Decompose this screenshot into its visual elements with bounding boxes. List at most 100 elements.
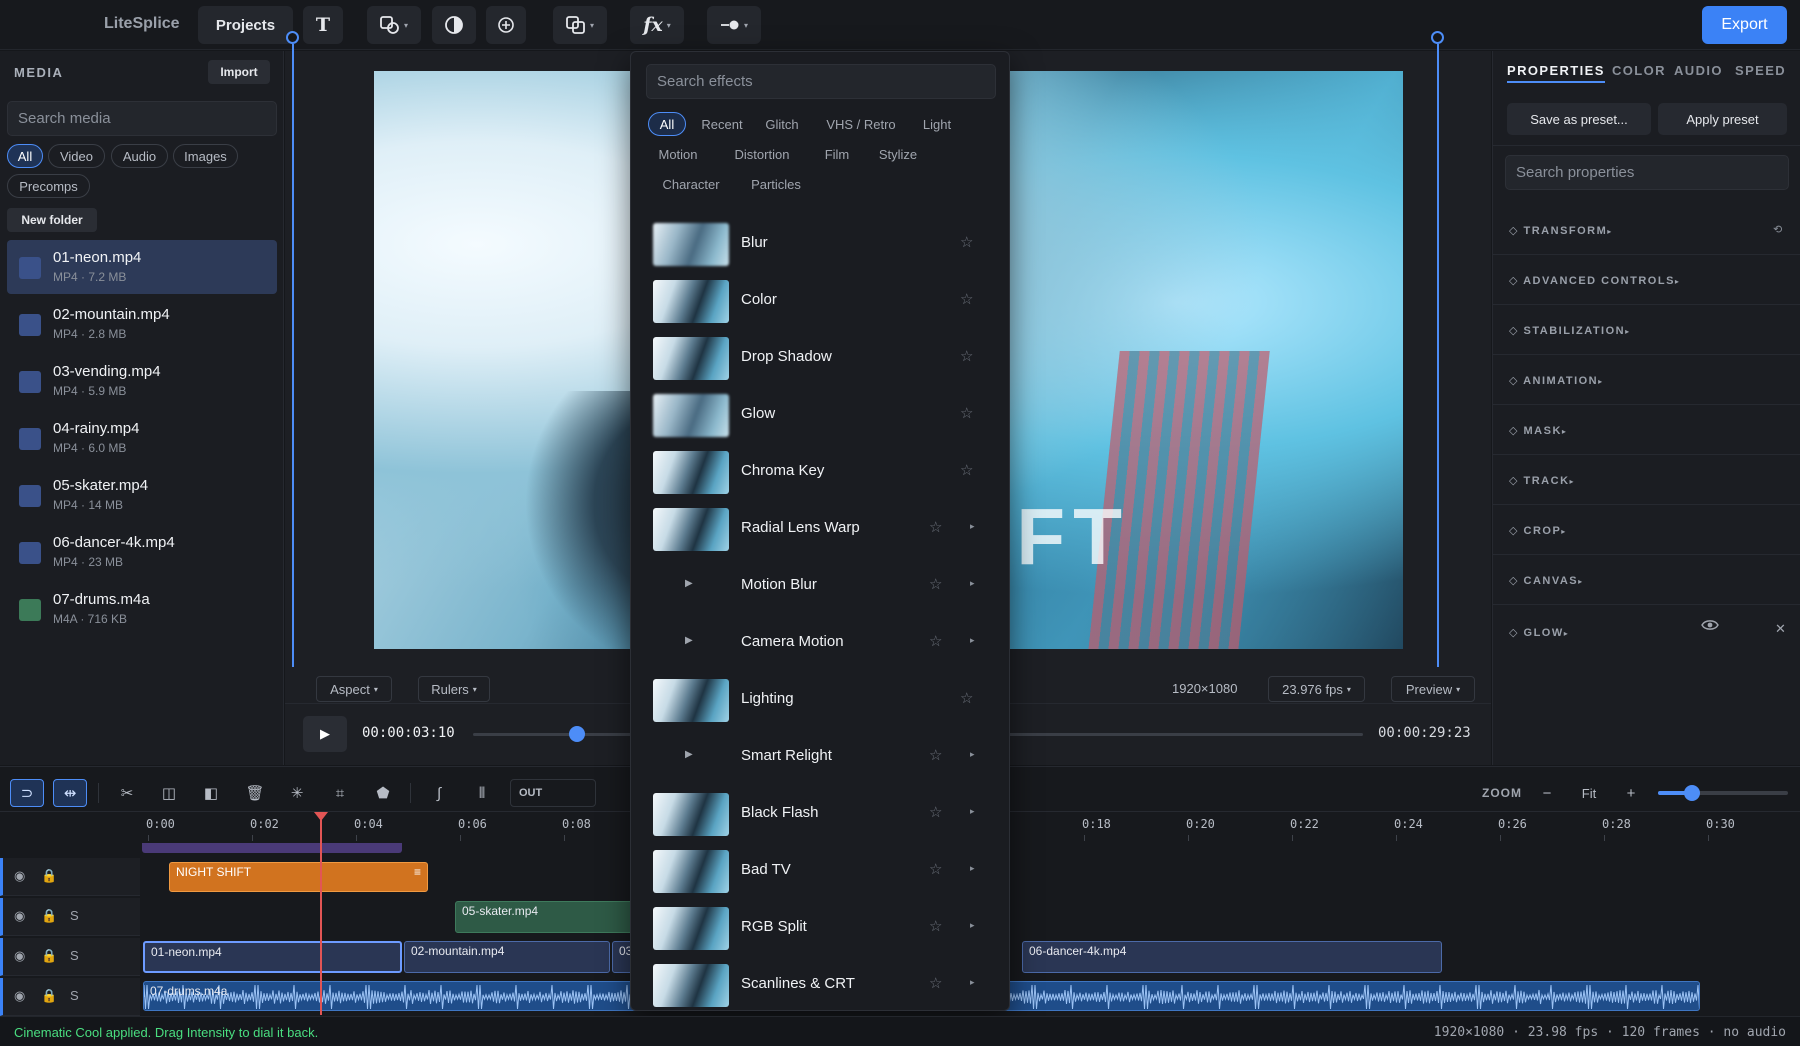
export-button[interactable]: Export bbox=[1702, 6, 1787, 44]
apply-preset-button[interactable]: Apply preset bbox=[1658, 103, 1787, 135]
effect-item-blur[interactable]: Blur ☆ bbox=[631, 216, 1009, 273]
eye-icon[interactable] bbox=[1701, 618, 1719, 635]
star-icon[interactable]: ☆ bbox=[929, 632, 942, 650]
new-folder-button[interactable]: New folder bbox=[7, 208, 97, 232]
effect-item-bad-tv[interactable]: Bad TV ☆ ▸ bbox=[631, 843, 1009, 900]
fx-category-all[interactable]: All bbox=[648, 112, 686, 136]
media-item[interactable]: 04-rainy.mp4 MP4 · 6.0 MB bbox=[7, 411, 277, 465]
fx-category-stylize[interactable]: Stylize bbox=[866, 142, 930, 166]
star-icon[interactable]: ☆ bbox=[929, 746, 942, 764]
fx-category-recent[interactable]: Recent bbox=[693, 112, 751, 136]
fx-category-particles[interactable]: Particles bbox=[740, 172, 812, 196]
section-advanced-controls[interactable]: ◇ ADVANCED CONTROLS▸ bbox=[1493, 255, 1800, 305]
solo-button[interactable]: S bbox=[70, 948, 79, 963]
chevron-right-icon[interactable]: ▸ bbox=[970, 749, 975, 760]
filter-all[interactable]: All bbox=[7, 144, 43, 168]
filter-audio[interactable]: Audio bbox=[111, 144, 168, 168]
effect-item-motion-blur[interactable]: ▶ Motion Blur ☆ ▸ bbox=[631, 558, 1009, 615]
guide-handle-right[interactable] bbox=[1431, 31, 1444, 44]
play-button[interactable]: ▶ bbox=[303, 716, 347, 752]
fx-category-distortion[interactable]: Distortion bbox=[716, 142, 808, 166]
fx-category-character[interactable]: Character bbox=[648, 172, 734, 196]
section-transform[interactable]: ◇ TRANSFORM▸ ⟲ bbox=[1493, 205, 1800, 255]
effect-item-drop-shadow[interactable]: Drop Shadow ☆ bbox=[631, 330, 1009, 387]
star-icon[interactable]: ☆ bbox=[960, 233, 973, 251]
lock-icon[interactable]: 🔒 bbox=[41, 908, 57, 924]
fps-dropdown[interactable]: 23.976 fps ▾ bbox=[1268, 676, 1365, 702]
media-item[interactable]: 03-vending.mp4 MP4 · 5.9 MB bbox=[7, 354, 277, 408]
reset-icon[interactable]: ⟲ bbox=[1773, 223, 1782, 236]
star-icon[interactable]: ☆ bbox=[960, 461, 973, 479]
clip-01-neon[interactable]: 01-neon.mp4 bbox=[143, 941, 402, 973]
star-icon[interactable]: ☆ bbox=[960, 689, 973, 707]
clip-02-mountain[interactable]: 02-mountain.mp4 bbox=[404, 941, 610, 973]
filter-video[interactable]: Video bbox=[48, 144, 105, 168]
tab-audio[interactable]: AUDIO bbox=[1674, 63, 1723, 78]
media-item[interactable]: 02-mountain.mp4 MP4 · 2.8 MB bbox=[7, 297, 277, 351]
effect-item-rgb-split[interactable]: RGB Split ☆ ▸ bbox=[631, 900, 1009, 957]
star-icon[interactable]: ☆ bbox=[960, 347, 973, 365]
rulers-dropdown[interactable]: Rulers ▾ bbox=[418, 676, 490, 702]
media-item[interactable]: 06-dancer-4k.mp4 MP4 · 23 MB bbox=[7, 525, 277, 579]
effect-item-lighting[interactable]: Lighting ☆ bbox=[631, 672, 1009, 729]
section-track[interactable]: ◇ TRACK▸ bbox=[1493, 455, 1800, 505]
star-icon[interactable]: ☆ bbox=[929, 974, 942, 992]
fx-category-glitch[interactable]: Glitch bbox=[756, 112, 808, 136]
properties-search-input[interactable]: Search properties bbox=[1505, 155, 1789, 190]
effect-item-color[interactable]: Color ☆ bbox=[631, 273, 1009, 330]
lock-icon[interactable]: 🔒 bbox=[41, 948, 57, 964]
expand-arrow-icon[interactable]: ▶ bbox=[685, 635, 693, 646]
fx-category-vhs-retro[interactable]: VHS / Retro bbox=[814, 112, 908, 136]
media-item[interactable]: 05-skater.mp4 MP4 · 14 MB bbox=[7, 468, 277, 522]
filter-images[interactable]: Images bbox=[173, 144, 238, 168]
overlay-tool-button[interactable]: ▾ bbox=[553, 6, 607, 44]
star-icon[interactable]: ☆ bbox=[929, 518, 942, 536]
fx-category-motion[interactable]: Motion bbox=[648, 142, 708, 166]
remove-effect-icon[interactable]: ✕ bbox=[1775, 621, 1786, 637]
add-element-button[interactable] bbox=[486, 6, 526, 44]
playhead[interactable] bbox=[320, 815, 322, 1015]
eye-icon[interactable]: ◉ bbox=[14, 988, 25, 1004]
solo-button[interactable]: S bbox=[70, 988, 79, 1003]
scrub-handle[interactable] bbox=[569, 726, 586, 742]
section-stabilization[interactable]: ◇ STABILIZATION▸ bbox=[1493, 305, 1800, 355]
tab-speed[interactable]: SPEED bbox=[1735, 63, 1786, 78]
chevron-right-icon[interactable]: ▸ bbox=[970, 977, 975, 988]
guide-line-right[interactable] bbox=[1437, 44, 1439, 667]
effect-item-scanlines-crt[interactable]: Scanlines & CRT ☆ ▸ bbox=[631, 957, 1009, 1010]
eye-icon[interactable]: ◉ bbox=[14, 908, 25, 924]
aspect-dropdown[interactable]: Aspect ▾ bbox=[316, 676, 392, 702]
star-icon[interactable]: ☆ bbox=[929, 803, 942, 821]
shapes-tool-button[interactable]: ▾ bbox=[367, 6, 421, 44]
star-icon[interactable]: ☆ bbox=[929, 917, 942, 935]
filter-precomps[interactable]: Precomps bbox=[7, 174, 90, 198]
fx-category-film[interactable]: Film bbox=[814, 142, 860, 166]
media-search-input[interactable]: Search media bbox=[7, 101, 277, 136]
text-tool-button[interactable]: T bbox=[303, 6, 343, 44]
star-icon[interactable]: ☆ bbox=[960, 290, 973, 308]
eye-icon[interactable]: ◉ bbox=[14, 868, 25, 884]
effect-item-camera-motion[interactable]: ▶ Camera Motion ☆ ▸ bbox=[631, 615, 1009, 672]
star-icon[interactable]: ☆ bbox=[960, 404, 973, 422]
section-mask[interactable]: ◇ MASK▸ bbox=[1493, 405, 1800, 455]
fx-category-light[interactable]: Light bbox=[913, 112, 961, 136]
media-item[interactable]: 01-neon.mp4 MP4 · 7.2 MB bbox=[7, 240, 277, 294]
clip-05-skater[interactable]: 05-skater.mp4 bbox=[455, 901, 635, 933]
solo-button[interactable]: S bbox=[70, 908, 79, 923]
projects-button[interactable]: Projects bbox=[198, 6, 293, 44]
star-icon[interactable]: ☆ bbox=[929, 860, 942, 878]
tab-color[interactable]: COLOR bbox=[1612, 63, 1666, 78]
section-canvas[interactable]: ◇ CANVAS▸ bbox=[1493, 555, 1800, 605]
section-animation[interactable]: ◇ ANIMATION▸ bbox=[1493, 355, 1800, 405]
lock-icon[interactable]: 🔒 bbox=[41, 988, 57, 1004]
chevron-right-icon[interactable]: ▸ bbox=[970, 521, 975, 532]
chevron-right-icon[interactable]: ▸ bbox=[970, 635, 975, 646]
eye-icon[interactable]: ◉ bbox=[14, 948, 25, 964]
preview-quality-dropdown[interactable]: Preview ▾ bbox=[1391, 676, 1475, 702]
save-preset-button[interactable]: Save as preset... bbox=[1507, 103, 1651, 135]
chevron-right-icon[interactable]: ▸ bbox=[970, 578, 975, 589]
effect-item-radial-lens-warp[interactable]: Radial Lens Warp ☆ ▸ bbox=[631, 501, 1009, 558]
star-icon[interactable]: ☆ bbox=[929, 575, 942, 593]
effect-item-smart-relight[interactable]: ▶ Smart Relight ☆ ▸ bbox=[631, 729, 1009, 786]
expand-arrow-icon[interactable]: ▶ bbox=[685, 749, 693, 760]
